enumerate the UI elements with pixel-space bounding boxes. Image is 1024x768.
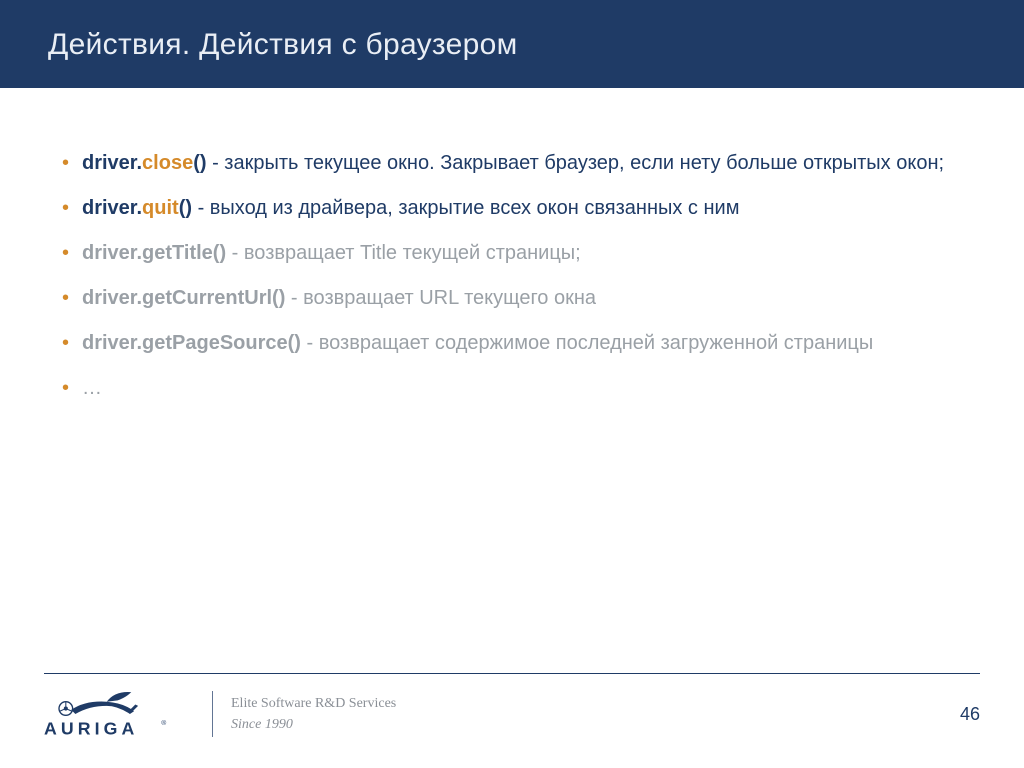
code-suffix: () <box>179 197 192 219</box>
svg-text:®: ® <box>161 719 166 727</box>
code-prefix: driver. <box>82 197 142 219</box>
code-prefix: driver.getCurrentUrl() <box>82 287 285 309</box>
footer-row: AURIGA ® Elite Software R&D Services Sin… <box>44 688 980 740</box>
tagline-line2: Since 1990 <box>231 714 396 735</box>
slide-body: driver.close() - закрыть текущее окно. З… <box>0 88 1024 768</box>
code-prefix: driver.getTitle() <box>82 242 226 264</box>
code-suffix: () <box>193 152 206 174</box>
tagline-line1: Elite Software R&D Services <box>231 693 396 714</box>
brand-name-text: AURIGA <box>44 718 138 738</box>
code-accent: quit <box>142 197 179 219</box>
list-item: driver.getTitle() - возвращает Title тек… <box>60 238 964 269</box>
item-text: - закрыть текущее окно. Закрывает браузе… <box>207 152 945 174</box>
brand-block: AURIGA ® Elite Software R&D Services Sin… <box>44 688 396 740</box>
list-item: driver.quit() - выход из драйвера, закры… <box>60 193 964 224</box>
page-number: 46 <box>960 704 980 725</box>
list-item: driver.close() - закрыть текущее окно. З… <box>60 148 964 179</box>
list-item: driver.getPageSource() - возвращает соде… <box>60 328 964 359</box>
item-text: - возвращает Title текущей страницы; <box>226 242 581 264</box>
slide-footer: AURIGA ® Elite Software R&D Services Sin… <box>0 673 1024 768</box>
slide-title: Действия. Действия с браузером <box>0 0 1024 88</box>
code-accent: close <box>142 152 193 174</box>
bullet-list: driver.close() - закрыть текущее окно. З… <box>60 148 964 404</box>
list-item: … <box>60 373 964 404</box>
code-prefix: driver.getPageSource() <box>82 332 301 354</box>
brand-tagline: Elite Software R&D Services Since 1990 <box>231 693 396 735</box>
item-text: … <box>82 377 102 399</box>
auriga-logo-icon: AURIGA ® <box>44 688 194 740</box>
footer-divider <box>212 691 213 737</box>
item-text: - выход из драйвера, закрытие всех окон … <box>192 197 739 219</box>
code-prefix: driver. <box>82 152 142 174</box>
item-text: - возвращает URL текущего окна <box>285 287 596 309</box>
footer-rule <box>44 673 980 674</box>
item-text: - возвращает содержимое последней загруж… <box>301 332 873 354</box>
slide: Действия. Действия с браузером driver.cl… <box>0 0 1024 768</box>
list-item: driver.getCurrentUrl() - возвращает URL … <box>60 283 964 314</box>
